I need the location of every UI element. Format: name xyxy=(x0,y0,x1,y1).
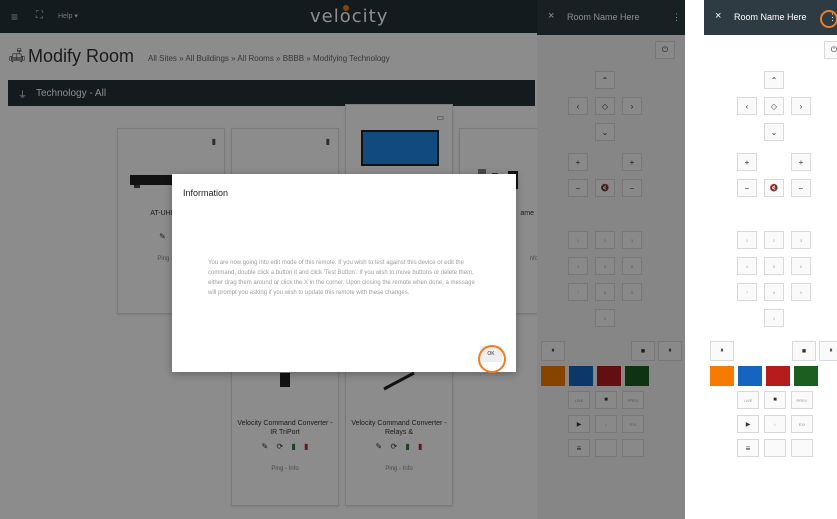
remote-header: × Room Name Here ⋮ xyxy=(704,0,837,35)
left-screenshot: ≡ ⛶ Help ▾ velocity 🛋 Modify Room All Si… xyxy=(0,0,685,519)
volume-down-button[interactable]: − xyxy=(737,179,757,197)
blank-button[interactable] xyxy=(791,439,813,457)
separator xyxy=(685,0,704,519)
dpad-right-button[interactable]: › xyxy=(791,97,811,115)
remote-body: ⏻ ⌃ ‹ ◇ › ⌄ + + − 🔇 − 1 2 3 4 5 6 7 8 9 … xyxy=(704,35,837,519)
green-button[interactable] xyxy=(794,366,818,386)
remote-title: Room Name Here xyxy=(734,12,807,22)
channel-down-button[interactable]: − xyxy=(791,179,811,197)
orange-button[interactable] xyxy=(710,366,734,386)
dpad-center-button[interactable]: ◇ xyxy=(764,97,784,115)
key-7[interactable]: 7 xyxy=(737,283,757,301)
dialog-message: You are now going into edit mode of this… xyxy=(208,260,475,296)
key-9[interactable]: 9 xyxy=(791,283,811,301)
pause-button-2[interactable]: ⏸ xyxy=(819,341,837,361)
info-button[interactable]: i xyxy=(764,415,786,433)
channel-up-button[interactable]: + xyxy=(791,153,811,171)
remote-panel-expanded: × Room Name Here ⋮ ⏻ ⌃ ‹ ◇ › ⌄ + + − 🔇 −… xyxy=(704,0,837,519)
mute-button[interactable]: 🔇 xyxy=(764,179,784,197)
dpad-down-button[interactable]: ⌄ xyxy=(764,123,784,141)
highlight-ring xyxy=(820,10,837,28)
highlight-ring xyxy=(478,345,506,373)
key-3[interactable]: 3 xyxy=(791,231,811,249)
blue-button[interactable] xyxy=(738,366,762,386)
pause-button[interactable]: ⏸ xyxy=(710,341,734,361)
volume-up-button[interactable]: + xyxy=(737,153,757,171)
key-5[interactable]: 5 xyxy=(764,257,784,275)
information-dialog: Information You are now going into edit … xyxy=(172,174,516,372)
stop-button[interactable]: ■ xyxy=(792,341,816,361)
blank-button[interactable] xyxy=(764,439,786,457)
play-button[interactable]: ▶ xyxy=(737,415,759,433)
power-button[interactable]: ⏻ xyxy=(824,41,837,59)
dpad-up-button[interactable]: ⌃ xyxy=(764,71,784,89)
prev-button[interactable]: PREV xyxy=(791,391,813,409)
lower-stop-button[interactable]: ■ xyxy=(764,391,786,409)
dialog-title: Information xyxy=(183,188,229,198)
red-button[interactable] xyxy=(766,366,790,386)
exit-button[interactable]: EXI xyxy=(791,415,813,433)
key-8[interactable]: 8 xyxy=(764,283,784,301)
key-0[interactable]: 0 xyxy=(764,309,784,327)
menu-button[interactable]: ≡ xyxy=(737,439,759,457)
key-4[interactable]: 4 xyxy=(737,257,757,275)
live-button[interactable]: LIVE xyxy=(737,391,759,409)
key-6[interactable]: 6 xyxy=(791,257,811,275)
dpad-left-button[interactable]: ‹ xyxy=(737,97,757,115)
key-1[interactable]: 1 xyxy=(737,231,757,249)
close-icon[interactable]: × xyxy=(715,10,721,22)
key-2[interactable]: 2 xyxy=(764,231,784,249)
